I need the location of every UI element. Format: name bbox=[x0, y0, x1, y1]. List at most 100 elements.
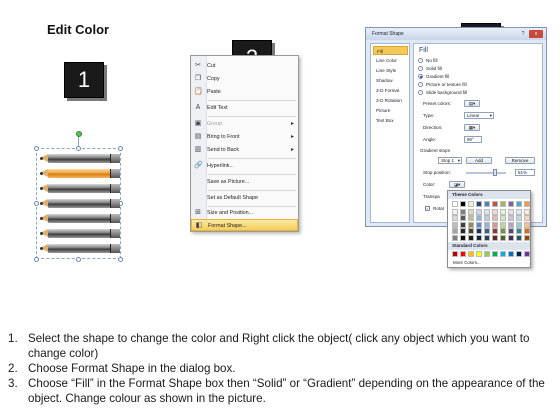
resize-handle[interactable] bbox=[76, 146, 81, 151]
theme-shade-swatch[interactable] bbox=[492, 209, 498, 215]
menu-item-size-and-position[interactable]: ⊞ Size and Position... bbox=[191, 207, 298, 219]
standard-color-swatch[interactable] bbox=[460, 251, 466, 257]
theme-shade-swatch[interactable] bbox=[492, 228, 498, 235]
standard-color-swatch[interactable] bbox=[508, 251, 514, 257]
pencil-shape[interactable] bbox=[40, 184, 120, 193]
theme-shade-swatch[interactable] bbox=[476, 221, 482, 228]
resize-handle[interactable] bbox=[118, 257, 123, 262]
theme-shade-swatch[interactable] bbox=[516, 209, 522, 215]
radio-solid-fill[interactable]: Solid fill bbox=[418, 65, 442, 72]
theme-color-swatch[interactable] bbox=[500, 201, 506, 207]
remove-stop-button[interactable]: Remove bbox=[505, 157, 535, 164]
theme-shade-swatch[interactable] bbox=[468, 234, 474, 241]
standard-color-swatch[interactable] bbox=[468, 251, 474, 257]
theme-shade-swatch[interactable] bbox=[500, 215, 506, 222]
theme-shade-swatch[interactable] bbox=[524, 221, 530, 228]
theme-shade-swatch[interactable] bbox=[524, 215, 530, 222]
theme-color-swatch[interactable] bbox=[492, 201, 498, 207]
menu-item-send-to-back[interactable]: ▥ Send to Back ▸ bbox=[191, 144, 298, 156]
theme-shade-swatch[interactable] bbox=[484, 221, 490, 228]
add-stop-button[interactable]: Add bbox=[466, 157, 492, 164]
nav-item-3d-rotation[interactable]: 3-D Rotation bbox=[373, 96, 408, 105]
close-button[interactable]: x bbox=[529, 30, 543, 38]
theme-shade-swatch[interactable] bbox=[524, 209, 530, 215]
theme-shade-swatch[interactable] bbox=[476, 234, 482, 241]
theme-color-swatch[interactable] bbox=[484, 201, 490, 207]
menu-item-set-default-shape[interactable]: Set as Default Shape bbox=[191, 192, 298, 204]
stop-select[interactable]: Stop 1 ▾ bbox=[438, 157, 462, 164]
nav-item-fill[interactable]: Fill bbox=[373, 46, 408, 55]
standard-color-swatch[interactable] bbox=[476, 251, 482, 257]
theme-shade-swatch[interactable] bbox=[484, 228, 490, 235]
theme-shade-swatch[interactable] bbox=[460, 234, 466, 241]
theme-shade-swatch[interactable] bbox=[460, 215, 466, 222]
theme-color-swatch[interactable] bbox=[452, 201, 458, 207]
help-icon[interactable]: ? bbox=[519, 30, 527, 38]
direction-dropdown[interactable]: ▦▾ bbox=[464, 124, 480, 131]
theme-shade-swatch[interactable] bbox=[452, 215, 458, 222]
standard-color-swatch[interactable] bbox=[500, 251, 506, 257]
theme-shade-swatch[interactable] bbox=[484, 215, 490, 222]
theme-shade-swatch[interactable] bbox=[516, 228, 522, 235]
resize-handle[interactable] bbox=[76, 257, 81, 262]
theme-shade-swatch[interactable] bbox=[468, 221, 474, 228]
standard-color-swatch[interactable] bbox=[516, 251, 522, 257]
pencil-shape[interactable] bbox=[40, 214, 120, 223]
resize-handle[interactable] bbox=[118, 146, 123, 151]
rotate-checkbox[interactable]: ✓ bbox=[425, 206, 430, 211]
theme-shade-swatch[interactable] bbox=[516, 234, 522, 241]
slider-thumb[interactable] bbox=[493, 169, 497, 176]
theme-shade-swatch[interactable] bbox=[452, 234, 458, 241]
theme-shade-swatch[interactable] bbox=[460, 221, 466, 228]
menu-item-format-shape[interactable]: ◧ Format Shape... bbox=[191, 219, 298, 231]
type-select[interactable]: Linear ▾ bbox=[464, 112, 494, 119]
theme-shade-swatch[interactable] bbox=[508, 228, 514, 235]
theme-shade-swatch[interactable] bbox=[524, 234, 530, 241]
radio-picture-fill[interactable]: Picture or texture fill bbox=[418, 81, 467, 88]
pencil-shape[interactable] bbox=[40, 244, 120, 253]
theme-shade-swatch[interactable] bbox=[500, 228, 506, 235]
theme-shade-swatch[interactable] bbox=[516, 221, 522, 228]
theme-color-swatch[interactable] bbox=[516, 201, 522, 207]
menu-item-hyperlink[interactable]: 🔗 Hyperlink... bbox=[191, 160, 298, 172]
theme-shade-swatch[interactable] bbox=[500, 209, 506, 215]
theme-shade-swatch[interactable] bbox=[484, 209, 490, 215]
standard-color-swatch[interactable] bbox=[484, 251, 490, 257]
theme-shade-swatch[interactable] bbox=[508, 215, 514, 222]
nav-item-line-color[interactable]: Line Color bbox=[373, 56, 408, 65]
resize-handle[interactable] bbox=[34, 257, 39, 262]
theme-shade-swatch[interactable] bbox=[452, 228, 458, 235]
theme-shade-swatch[interactable] bbox=[508, 234, 514, 241]
angle-input[interactable]: 90° bbox=[464, 136, 482, 143]
theme-shade-swatch[interactable] bbox=[460, 228, 466, 235]
radio-no-fill[interactable]: No fill bbox=[418, 57, 438, 64]
radio-background-fill[interactable]: Slide background fill bbox=[418, 89, 467, 96]
pencil-shape[interactable] bbox=[40, 154, 120, 163]
theme-shade-swatch[interactable] bbox=[460, 209, 466, 215]
stop-position-slider[interactable] bbox=[466, 172, 506, 174]
theme-color-swatch[interactable] bbox=[524, 201, 530, 207]
menu-item-group[interactable]: ▣ Group ▸ bbox=[191, 118, 298, 130]
theme-shade-swatch[interactable] bbox=[468, 228, 474, 235]
color-dropdown[interactable]: ◪▾ bbox=[449, 181, 465, 188]
theme-shade-swatch[interactable] bbox=[492, 234, 498, 241]
pencil-shape[interactable] bbox=[40, 199, 120, 208]
theme-shade-swatch[interactable] bbox=[508, 221, 514, 228]
menu-item-edit-text[interactable]: A Edit Text bbox=[191, 102, 298, 114]
theme-shade-swatch[interactable] bbox=[452, 221, 458, 228]
theme-shade-swatch[interactable] bbox=[492, 221, 498, 228]
menu-item-save-as-picture[interactable]: Save as Picture... bbox=[191, 176, 298, 188]
pencil-shape-selected[interactable] bbox=[40, 169, 120, 178]
theme-shade-swatch[interactable] bbox=[484, 234, 490, 241]
theme-shade-swatch[interactable] bbox=[492, 215, 498, 222]
more-colors-link[interactable]: More Colors... bbox=[453, 260, 481, 265]
theme-shade-swatch[interactable] bbox=[476, 209, 482, 215]
resize-handle[interactable] bbox=[34, 146, 39, 151]
nav-item-text-box[interactable]: Text Box bbox=[373, 116, 408, 125]
theme-shade-swatch[interactable] bbox=[500, 234, 506, 241]
standard-color-swatch[interactable] bbox=[524, 251, 530, 257]
radio-gradient-fill[interactable]: Gradient fill bbox=[418, 73, 449, 80]
stop-position-input[interactable]: 51% bbox=[515, 169, 535, 176]
nav-item-3d-format[interactable]: 3-D Format bbox=[373, 86, 408, 95]
theme-shade-swatch[interactable] bbox=[524, 228, 530, 235]
